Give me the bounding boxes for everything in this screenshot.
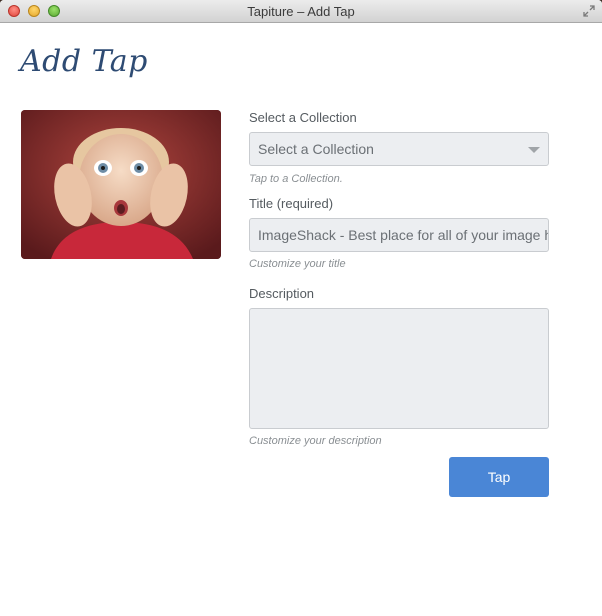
tap-image-thumbnail (21, 110, 221, 259)
title-input[interactable]: ImageShack - Best place for all of your … (249, 218, 549, 252)
page-title: Add Tap (20, 44, 148, 79)
collection-selected-value: Select a Collection (258, 141, 374, 157)
description-textarea[interactable] (249, 308, 549, 429)
title-bar: Tapiture – Add Tap (0, 0, 602, 23)
collection-hint: Tap to a Collection. (249, 173, 343, 185)
collection-label: Select a Collection (249, 110, 357, 125)
collection-select[interactable]: Select a Collection (249, 132, 549, 166)
window-title: Tapiture – Add Tap (247, 4, 355, 19)
dropdown-arrow-icon (528, 147, 540, 153)
title-label: Title (required) (249, 196, 334, 211)
child-photo-image (21, 110, 221, 259)
description-hint: Customize your description (249, 435, 382, 447)
fullscreen-icon[interactable] (582, 4, 596, 18)
tap-submit-button[interactable]: Tap (449, 457, 549, 497)
title-hint: Customize your title (249, 258, 346, 270)
description-label: Description (249, 286, 315, 301)
add-tap-window: Tapiture – Add Tap Add Tap Select a Coll… (0, 0, 602, 616)
